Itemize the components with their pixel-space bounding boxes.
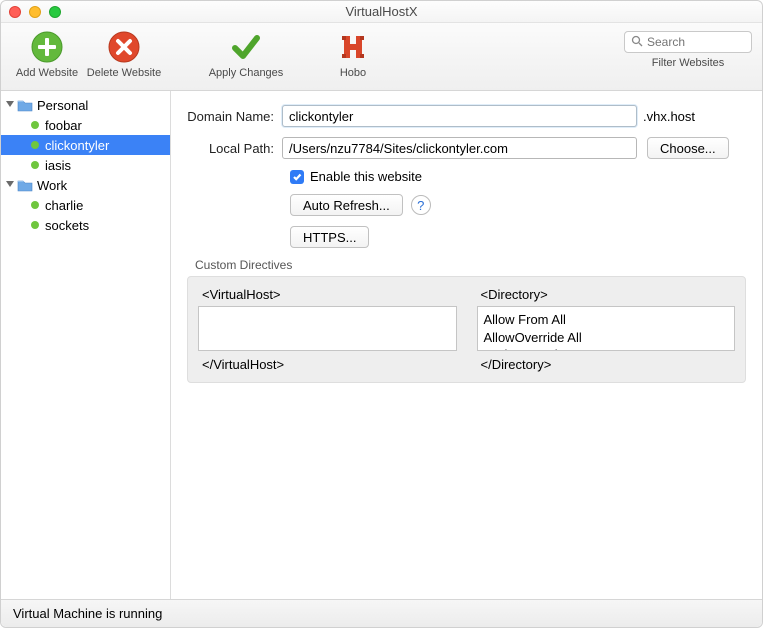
https-button[interactable]: HTTPS...: [290, 226, 369, 248]
help-icon[interactable]: ?: [411, 195, 431, 215]
enable-row[interactable]: Enable this website: [290, 169, 746, 184]
auto-refresh-button[interactable]: Auto Refresh...: [290, 194, 403, 216]
search-box[interactable]: [624, 31, 752, 53]
status-dot-icon: [31, 121, 39, 129]
statusbar: Virtual Machine is running: [1, 599, 762, 627]
main-panel: Domain Name: .vhx.host Local Path: Choos…: [171, 91, 762, 599]
virtualhost-open-tag: <VirtualHost>: [198, 287, 457, 302]
https-row: HTTPS...: [290, 226, 746, 248]
custom-directives-label: Custom Directives: [195, 258, 746, 272]
directory-column: <Directory> </Directory>: [477, 287, 736, 372]
add-website-label: Add Website: [16, 67, 78, 79]
virtualhost-column: <VirtualHost> </VirtualHost>: [198, 287, 457, 372]
status-dot-icon: [31, 201, 39, 209]
path-input[interactable]: [282, 137, 637, 159]
apply-changes-label: Apply Changes: [209, 67, 284, 79]
search-wrap: Filter Websites: [624, 31, 752, 69]
custom-directives-panel: <VirtualHost> </VirtualHost> <Directory>…: [187, 276, 746, 383]
sidebar-group-work: Work charlie sockets: [1, 175, 170, 235]
filter-websites-label: Filter Websites: [652, 57, 725, 69]
add-website-button[interactable]: Add Website: [11, 29, 83, 79]
auto-refresh-row: Auto Refresh... ?: [290, 194, 746, 216]
group-label: Work: [37, 178, 67, 193]
directory-textarea[interactable]: [477, 306, 736, 351]
group-header-personal[interactable]: Personal: [1, 95, 170, 115]
folder-icon: [17, 178, 33, 192]
search-icon: [631, 35, 643, 50]
sidebar-item-foobar[interactable]: foobar: [1, 115, 170, 135]
disclosure-triangle-icon[interactable]: [5, 100, 15, 110]
plus-icon: [29, 29, 65, 65]
toolbar: Add Website Delete Website Apply Changes…: [1, 23, 762, 91]
search-input[interactable]: [647, 35, 763, 49]
disclosure-triangle-icon[interactable]: [5, 180, 15, 190]
enable-label: Enable this website: [310, 169, 422, 184]
path-label: Local Path:: [187, 141, 282, 156]
window-title: VirtualHostX: [1, 4, 762, 19]
sidebar-item-sockets[interactable]: sockets: [1, 215, 170, 235]
directory-close-tag: </Directory>: [477, 357, 736, 372]
domain-suffix: .vhx.host: [643, 109, 695, 124]
status-text: Virtual Machine is running: [13, 606, 162, 621]
path-row: Local Path: Choose...: [187, 137, 746, 159]
apply-changes-button[interactable]: Apply Changes: [205, 29, 287, 79]
status-dot-icon: [31, 141, 39, 149]
hobo-label: Hobo: [340, 67, 366, 79]
titlebar: VirtualHostX: [1, 1, 762, 23]
enable-checkbox[interactable]: [290, 170, 304, 184]
folder-icon: [17, 98, 33, 112]
group-label: Personal: [37, 98, 88, 113]
sidebar: Personal foobar clickontyler iasis Work …: [1, 91, 171, 599]
domain-row: Domain Name: .vhx.host: [187, 105, 746, 127]
hobo-icon: [335, 29, 371, 65]
delete-website-label: Delete Website: [87, 67, 161, 79]
content: Personal foobar clickontyler iasis Work …: [1, 91, 762, 599]
status-dot-icon: [31, 161, 39, 169]
virtualhost-textarea[interactable]: [198, 306, 457, 351]
status-dot-icon: [31, 221, 39, 229]
domain-input[interactable]: [282, 105, 637, 127]
check-icon: [228, 29, 264, 65]
virtualhost-close-tag: </VirtualHost>: [198, 357, 457, 372]
domain-label: Domain Name:: [187, 109, 282, 124]
sidebar-item-iasis[interactable]: iasis: [1, 155, 170, 175]
directory-open-tag: <Directory>: [477, 287, 736, 302]
x-circle-icon: [106, 29, 142, 65]
choose-button[interactable]: Choose...: [647, 137, 729, 159]
delete-website-button[interactable]: Delete Website: [83, 29, 165, 79]
sidebar-group-personal: Personal foobar clickontyler iasis: [1, 95, 170, 175]
app-window: VirtualHostX Add Website Delete Website …: [0, 0, 763, 628]
sidebar-item-clickontyler[interactable]: clickontyler: [1, 135, 170, 155]
sidebar-item-charlie[interactable]: charlie: [1, 195, 170, 215]
group-header-work[interactable]: Work: [1, 175, 170, 195]
hobo-button[interactable]: Hobo: [317, 29, 389, 79]
